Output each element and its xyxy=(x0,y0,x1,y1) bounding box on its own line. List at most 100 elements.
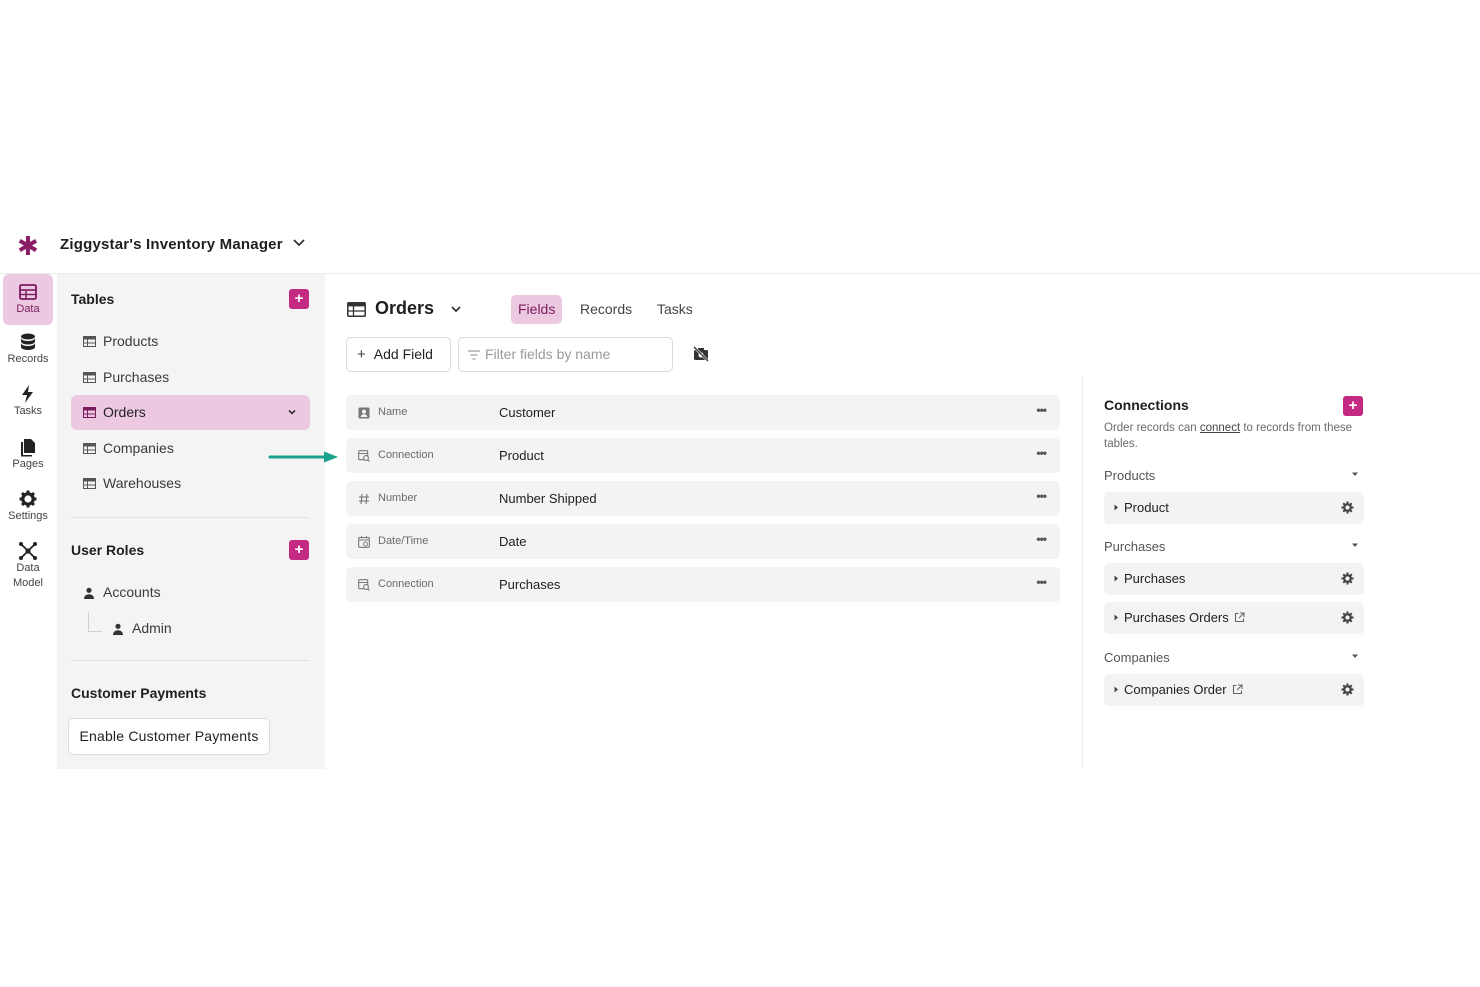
caret-down-icon[interactable] xyxy=(1350,470,1360,478)
name-field-icon xyxy=(358,407,370,419)
database-icon xyxy=(21,333,35,350)
app-logo-icon[interactable]: ✱ xyxy=(17,233,39,259)
tab-tasks[interactable]: Tasks xyxy=(650,295,700,324)
rail-label: Model xyxy=(13,577,43,589)
gear-icon[interactable] xyxy=(1341,611,1354,624)
connection-group-products[interactable]: Products xyxy=(1104,468,1155,483)
connect-link[interactable]: connect xyxy=(1200,422,1240,434)
connection-field-icon xyxy=(358,450,370,462)
caret-right-icon[interactable] xyxy=(1113,613,1119,622)
app-title[interactable]: Ziggystar's Inventory Manager xyxy=(60,236,283,253)
caret-right-icon[interactable] xyxy=(1113,574,1119,583)
field-name: Product xyxy=(499,448,544,463)
more-options-icon[interactable]: ••• xyxy=(1036,575,1047,589)
rail-label: Tasks xyxy=(13,405,43,417)
caret-right-icon[interactable] xyxy=(1113,685,1119,694)
more-options-icon[interactable]: ••• xyxy=(1036,446,1047,460)
table-label: Companies xyxy=(103,440,174,456)
add-field-button[interactable]: + Add Field xyxy=(346,337,451,372)
customer-payments-title: Customer Payments xyxy=(71,685,207,701)
icon-rail: Data Records Tasks Pages Settings Data M… xyxy=(0,274,56,769)
table-label: Warehouses xyxy=(103,475,182,491)
more-options-icon[interactable]: ••• xyxy=(1036,489,1047,503)
user-roles-title: User Roles xyxy=(71,542,145,558)
table-label: Products xyxy=(103,333,159,349)
connection-field-icon xyxy=(358,579,370,591)
gear-icon[interactable] xyxy=(1341,572,1354,585)
role-item-accounts[interactable]: Accounts xyxy=(83,584,161,600)
rail-label: Settings xyxy=(8,510,48,522)
more-options-icon[interactable]: ••• xyxy=(1036,532,1047,546)
tab-fields[interactable]: Fields xyxy=(511,295,563,324)
rail-item-settings[interactable]: Settings xyxy=(3,489,53,535)
sidebar-item-products[interactable]: Products xyxy=(71,324,310,359)
field-name: Purchases xyxy=(499,577,561,592)
connection-item[interactable]: Product xyxy=(1104,492,1364,524)
tables-title: Tables xyxy=(71,291,115,307)
chevron-down-icon[interactable] xyxy=(286,406,298,418)
annotation-arrow-icon xyxy=(268,451,338,463)
rail-item-data[interactable]: Data xyxy=(3,274,53,325)
gear-icon xyxy=(19,490,37,508)
role-item-admin[interactable]: Admin xyxy=(112,620,172,636)
role-label: Admin xyxy=(132,620,172,636)
table-label: Orders xyxy=(103,404,146,420)
connection-item[interactable]: Purchases Orders xyxy=(1104,602,1364,634)
connection-label: Product xyxy=(1124,500,1169,515)
field-row[interactable]: Name Customer ••• xyxy=(346,395,1060,430)
rail-label: Data xyxy=(16,562,40,574)
field-row[interactable]: Number Number Shipped ••• xyxy=(346,481,1060,516)
field-name: Customer xyxy=(499,405,556,420)
add-table-button[interactable]: + xyxy=(289,289,309,309)
external-link-icon[interactable] xyxy=(1232,684,1243,695)
caret-down-icon[interactable] xyxy=(1350,652,1360,660)
connection-item[interactable]: Purchases xyxy=(1104,563,1364,595)
connection-label: Purchases Orders xyxy=(1124,610,1229,625)
field-row[interactable]: Connection Purchases ••• xyxy=(346,567,1060,602)
rail-item-records[interactable]: Records xyxy=(3,332,53,378)
filter-fields-input[interactable] xyxy=(485,346,665,362)
gear-icon[interactable] xyxy=(1341,501,1354,514)
field-row[interactable]: Connection Product ••• xyxy=(346,438,1060,473)
more-options-icon[interactable]: ••• xyxy=(1036,403,1047,417)
role-label: Accounts xyxy=(103,584,161,600)
connection-group-companies[interactable]: Companies xyxy=(1104,650,1170,665)
connection-label-group: Companies Order xyxy=(1124,682,1243,697)
field-type: Connection xyxy=(378,578,434,590)
tree-connector xyxy=(88,612,102,632)
field-type: Date/Time xyxy=(378,535,429,547)
table-icon xyxy=(83,372,96,383)
caret-right-icon[interactable] xyxy=(1113,503,1119,512)
sidebar-item-warehouses[interactable]: Warehouses xyxy=(71,466,310,501)
field-type: Name xyxy=(378,406,408,418)
hash-icon xyxy=(359,493,369,505)
rail-item-tasks[interactable]: Tasks xyxy=(3,384,53,430)
add-user-role-button[interactable]: + xyxy=(289,540,309,560)
lightning-icon xyxy=(22,385,33,403)
sidebar-item-orders[interactable]: Orders xyxy=(71,395,310,430)
gear-icon[interactable] xyxy=(1341,683,1354,696)
tab-records[interactable]: Records xyxy=(573,295,639,324)
filter-fields xyxy=(458,337,673,372)
sidebar-item-purchases[interactable]: Purchases xyxy=(71,360,310,395)
pages-icon xyxy=(21,439,35,457)
hidden-camera-icon[interactable] xyxy=(693,346,709,362)
divider xyxy=(71,517,309,518)
connection-item[interactable]: Companies Order xyxy=(1104,674,1364,706)
rail-item-data-model[interactable]: Data Model xyxy=(3,541,53,597)
table-icon xyxy=(347,302,366,317)
caret-down-icon[interactable] xyxy=(1350,541,1360,549)
field-row[interactable]: Date/Time Date ••• xyxy=(346,524,1060,559)
data-table-icon xyxy=(19,284,37,300)
field-name: Number Shipped xyxy=(499,491,597,506)
desc-text: Order records can xyxy=(1104,422,1200,434)
enable-customer-payments-button[interactable]: Enable Customer Payments xyxy=(68,718,270,755)
external-link-icon[interactable] xyxy=(1234,612,1245,623)
tables-sidebar: Tables + Products Purchases Orders Compa… xyxy=(57,274,325,769)
chevron-down-icon[interactable] xyxy=(449,302,463,316)
add-connection-button[interactable]: + xyxy=(1343,396,1363,416)
chevron-down-icon[interactable] xyxy=(291,234,307,250)
connections-description: Order records can connect to records fro… xyxy=(1104,420,1354,452)
rail-item-pages[interactable]: Pages xyxy=(3,437,53,483)
connection-group-purchases[interactable]: Purchases xyxy=(1104,539,1165,554)
